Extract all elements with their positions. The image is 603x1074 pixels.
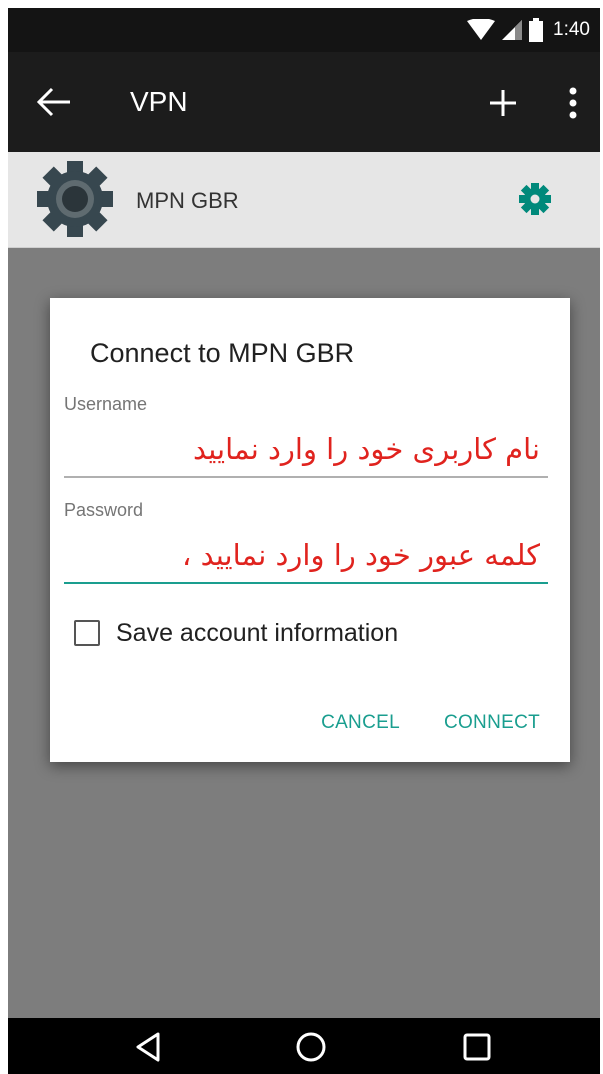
status-icons: 1:40: [467, 18, 590, 42]
page-title: VPN: [130, 86, 188, 117]
back-arrow-icon[interactable]: [36, 86, 72, 118]
nav-recents-icon[interactable]: [460, 1030, 494, 1064]
vpn-name: MPN GBR: [136, 188, 239, 213]
battery-icon: [529, 18, 544, 42]
dialog-title: Connect to MPN GBR: [90, 338, 355, 368]
vpn-list-item[interactable]: MPN GBR: [8, 152, 600, 248]
app-bar: VPN: [8, 52, 600, 152]
connect-button[interactable]: CONNECT: [442, 708, 542, 738]
more-vert-icon[interactable]: [566, 86, 580, 120]
password-input[interactable]: [64, 528, 548, 584]
android-screen: 1:40 VPN MPN GBR Connect to MPN GBR User…: [8, 8, 600, 1074]
navigation-bar: [8, 1018, 600, 1074]
status-time: 1:40: [553, 19, 590, 40]
connect-dialog: Connect to MPN GBR Username Password Sav…: [50, 298, 570, 762]
username-label: Username: [64, 394, 148, 414]
settings-icon[interactable]: [518, 182, 552, 216]
save-account-checkbox[interactable]: [74, 620, 100, 646]
nav-back-icon[interactable]: [132, 1030, 166, 1064]
save-account-label: Save account information: [116, 618, 399, 647]
vpn-gear-icon: [37, 161, 113, 237]
username-input[interactable]: [64, 422, 548, 478]
dialog-actions: CANCEL CONNECT: [319, 708, 542, 738]
plus-icon[interactable]: [488, 88, 518, 118]
password-label: Password: [64, 500, 144, 520]
cancel-button[interactable]: CANCEL: [319, 708, 402, 738]
nav-home-icon[interactable]: [294, 1030, 328, 1064]
cell-signal-icon: [502, 20, 523, 40]
save-account-row[interactable]: Save account information: [74, 616, 398, 650]
status-bar: 1:40: [8, 8, 600, 52]
wifi-icon: [467, 19, 496, 40]
